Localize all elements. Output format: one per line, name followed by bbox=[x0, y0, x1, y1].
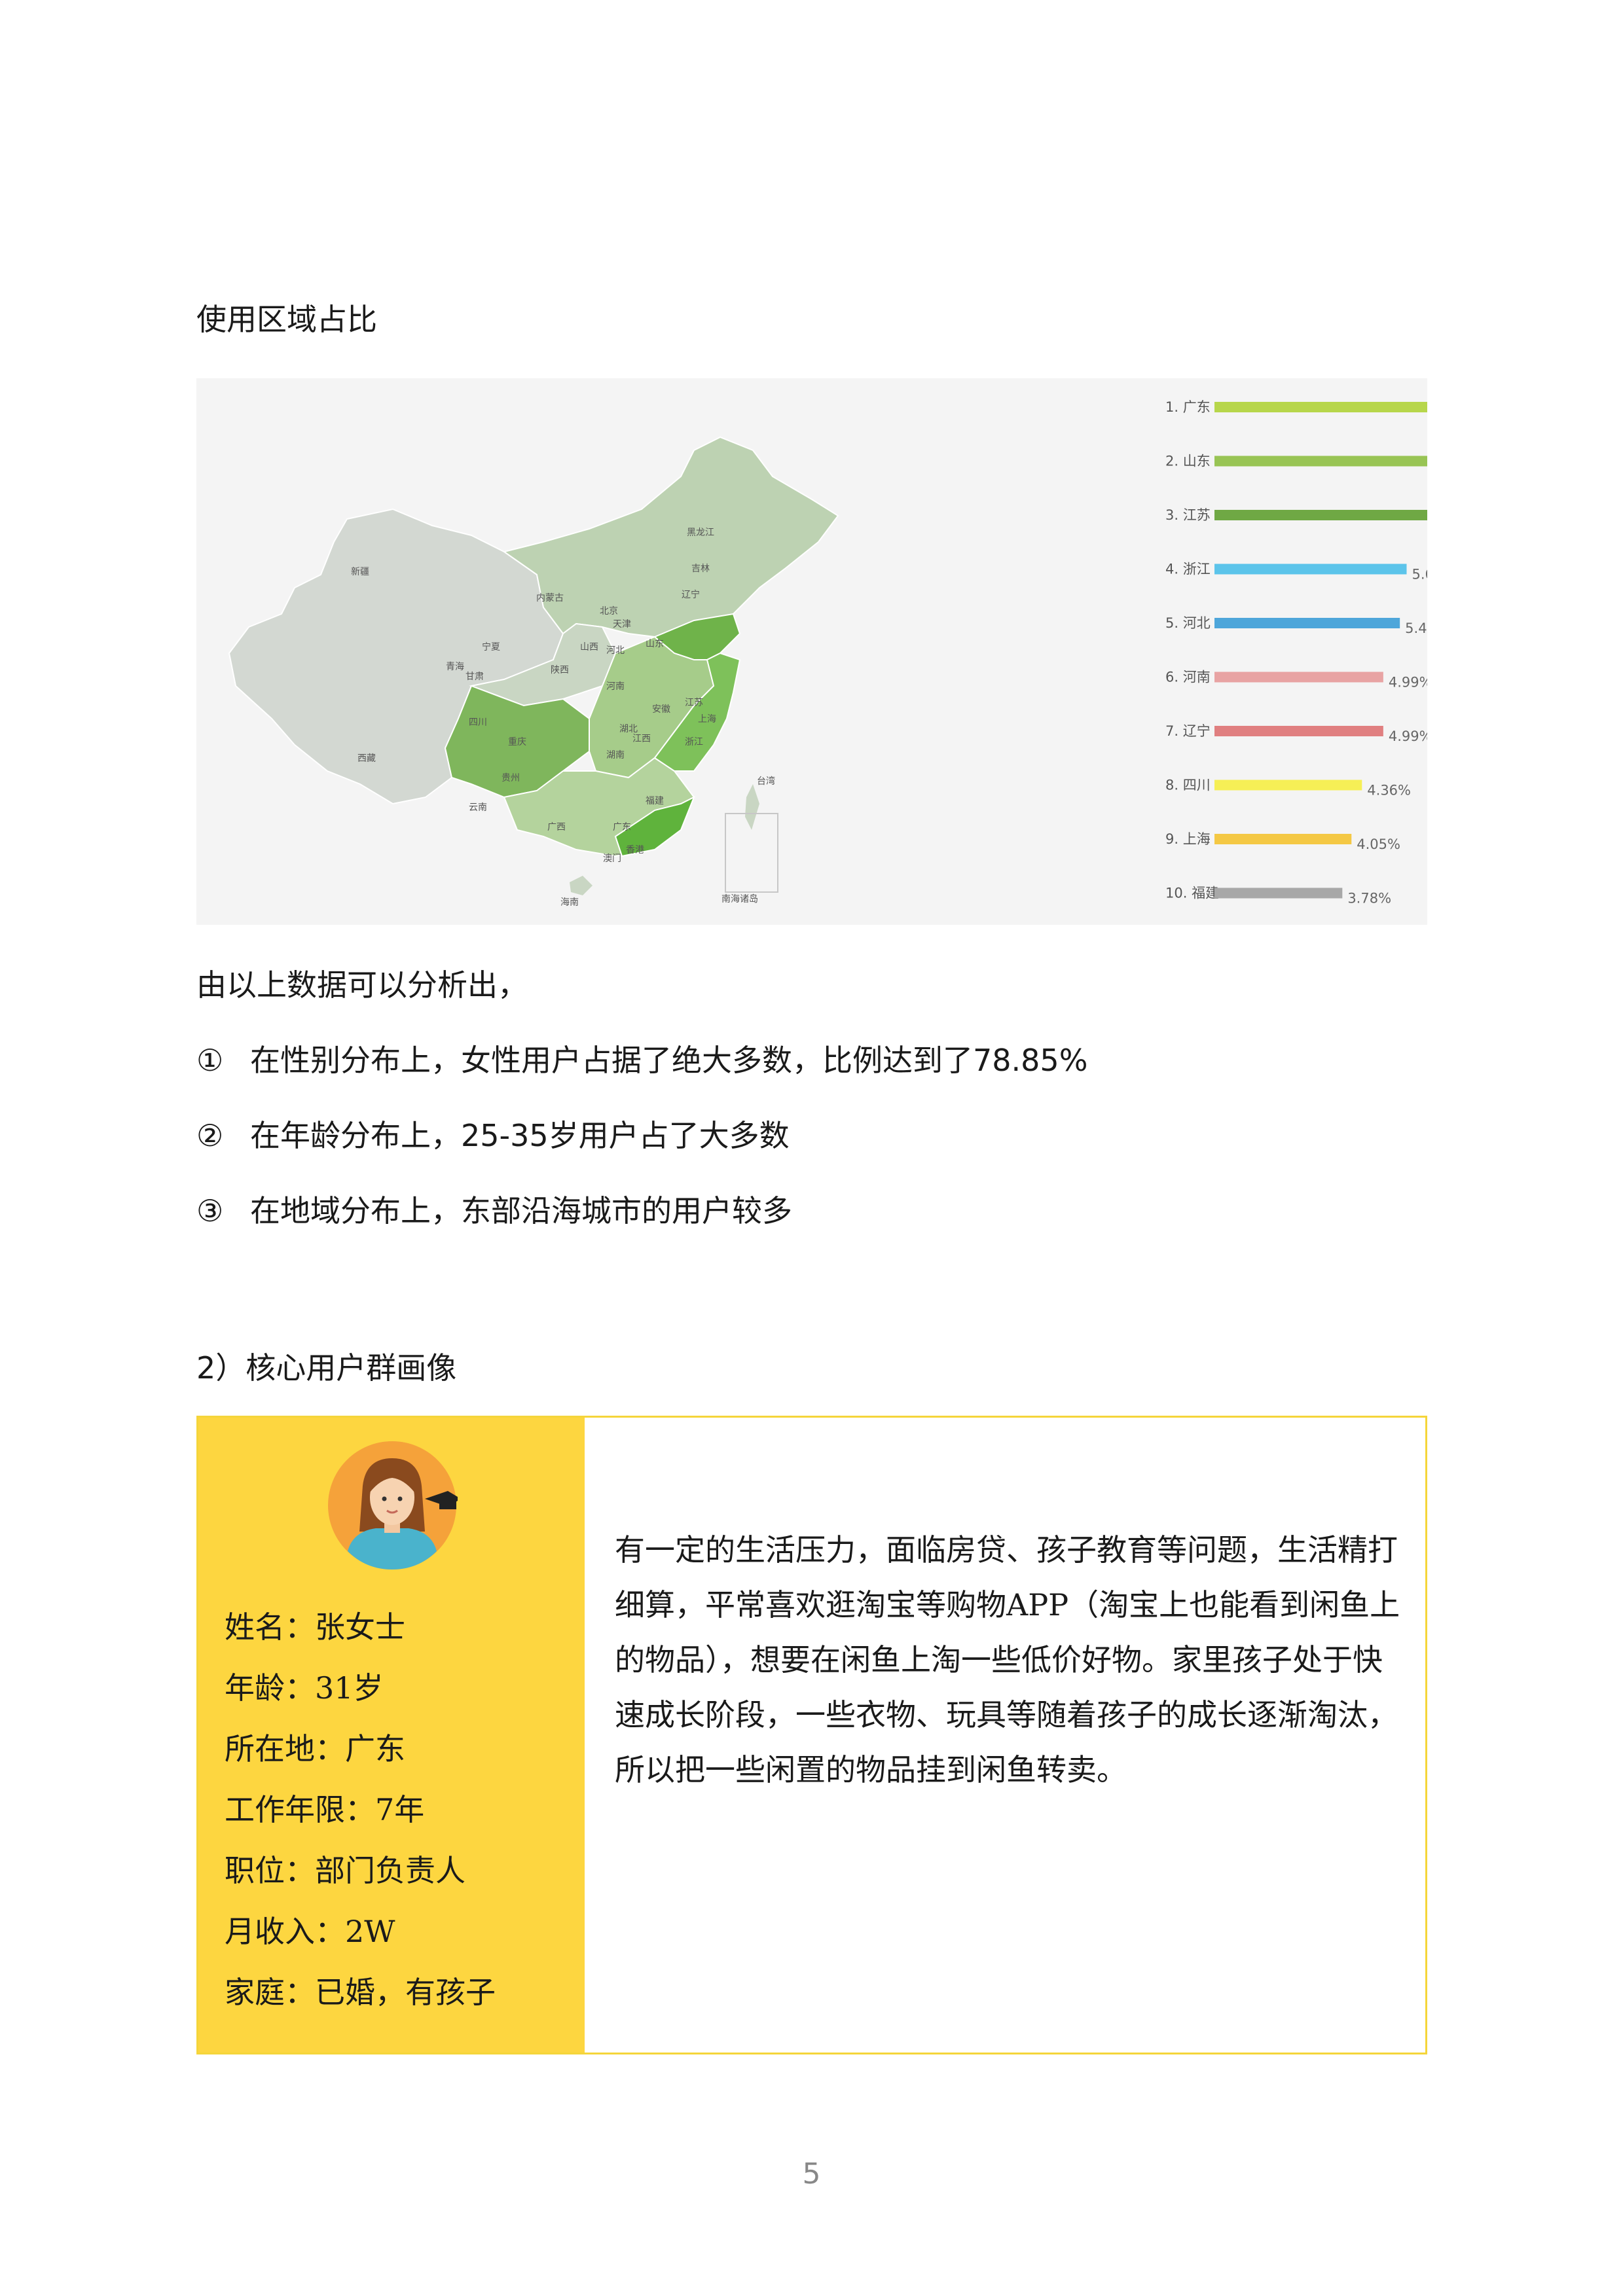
bar bbox=[1214, 510, 1427, 520]
point-text: 在性别分布上，女性用户占据了绝大多数，比例达到了78.85% bbox=[250, 1043, 1088, 1078]
china-heat-map: 新疆西藏 青海甘肃 宁夏 内蒙古 黑龙江吉林辽宁北京天津山西 河北陕西河南 山东四川重庆 湖北… bbox=[228, 436, 839, 908]
persona-income: 月收入：2W bbox=[225, 1914, 395, 1949]
bar bbox=[1214, 888, 1343, 899]
point-marker: ② bbox=[196, 1118, 224, 1153]
bar-category-label: 8. 四川 bbox=[1165, 778, 1211, 793]
map-base-north bbox=[502, 436, 839, 641]
bar-value-label: 4.36% bbox=[1367, 783, 1411, 798]
map-label-2: 青海 bbox=[446, 662, 464, 672]
analysis-point-3: ③ 在地域分布上，东部沿海城市的用户较多 bbox=[196, 1191, 792, 1230]
map-label-6: 黑龙江 bbox=[687, 528, 714, 538]
map-label-29: 福建 bbox=[646, 796, 664, 806]
persona-name: 姓名：张女士 bbox=[225, 1609, 405, 1645]
map-label-10: 天津 bbox=[613, 619, 631, 630]
map-label-19: 安徽 bbox=[652, 704, 670, 715]
province-bar-chart: 1. 广东9.87%2. 山东8.34%3. 江苏7.4%4. 浙江5.68%5… bbox=[1165, 399, 1427, 906]
map-label-4: 宁夏 bbox=[482, 641, 500, 653]
bar bbox=[1214, 618, 1400, 628]
persona-description: 有一定的生活压力，面临房贷、孩子教育等问题，生活精打细算，平常喜欢逛淘宝等购物A… bbox=[615, 1532, 1400, 1787]
bar-category-label: 10. 福建 bbox=[1165, 886, 1219, 901]
map-label-7: 吉林 bbox=[691, 564, 710, 574]
bar-value-label: 5.68% bbox=[1412, 567, 1427, 583]
section-title-region-share: 使用区域占比 bbox=[196, 302, 377, 337]
map-label-24: 江西 bbox=[632, 734, 651, 744]
bar-category-label: 7. 辽宁 bbox=[1165, 723, 1211, 739]
persona-position: 职位：部门负责人 bbox=[225, 1853, 465, 1888]
map-label-31: 香港 bbox=[626, 845, 644, 855]
region-chart-panel: 新疆西藏 青海 甘肃 宁夏 内蒙古 黑龙江吉林辽宁北京天津山西 河北陕西河南 山东四川重庆 湖北… bbox=[196, 378, 1427, 925]
woman-graduate-avatar-icon bbox=[328, 1441, 458, 1570]
map-label-9: 北京 bbox=[600, 606, 618, 617]
page-number: 5 bbox=[802, 2157, 821, 2191]
map-taiwan bbox=[745, 784, 759, 830]
section-title-core-persona: 2）核心用户群画像 bbox=[196, 1350, 457, 1386]
map-hainan bbox=[570, 876, 593, 895]
map-label-5: 内蒙古 bbox=[536, 593, 564, 603]
map-label-34: 南海诸岛 bbox=[721, 894, 758, 905]
bar-value-label: 5.48% bbox=[1405, 620, 1427, 636]
point-text: 在年龄分布上，25-35岁用户占了大多数 bbox=[250, 1118, 790, 1153]
bar-value-label: 3.78% bbox=[1347, 891, 1391, 906]
map-label-17: 重庆 bbox=[508, 737, 526, 747]
bar bbox=[1214, 564, 1407, 575]
bar bbox=[1214, 402, 1427, 412]
bar-category-label: 9. 上海 bbox=[1165, 831, 1211, 847]
point-marker: ① bbox=[196, 1043, 224, 1078]
map-label-27: 广西 bbox=[547, 822, 566, 833]
map-label-18: 湖北 bbox=[619, 724, 638, 734]
persona-family: 家庭：已婚，有孩子 bbox=[225, 1975, 496, 2010]
bar bbox=[1214, 456, 1427, 467]
map-label-13: 陕西 bbox=[551, 665, 569, 675]
bar-value-label: 4.99% bbox=[1389, 675, 1427, 691]
persona-age: 年龄：31岁 bbox=[225, 1670, 384, 1706]
map-label-28: 广东 bbox=[613, 822, 631, 833]
map-label-12: 河北 bbox=[606, 645, 625, 656]
persona-work-years: 工作年限：7年 bbox=[225, 1792, 425, 1827]
persona-info-panel: 姓名：张女士 年龄：31岁 所在地：广东 工作年限：7年 职位：部门负责人 月收… bbox=[198, 1418, 585, 2053]
bar bbox=[1214, 780, 1362, 791]
map-label-20: 江苏 bbox=[685, 698, 703, 708]
persona-location: 所在地：广东 bbox=[225, 1731, 405, 1767]
map-label-16: 四川 bbox=[469, 717, 487, 728]
bar-category-label: 2. 山东 bbox=[1165, 454, 1211, 469]
bar-category-label: 1. 广东 bbox=[1165, 399, 1211, 415]
map-label-14: 河南 bbox=[606, 681, 625, 692]
map-label-32: 澳门 bbox=[603, 853, 621, 864]
map-label-8: 辽宁 bbox=[682, 589, 700, 600]
bar-category-label: 3. 江苏 bbox=[1165, 507, 1211, 523]
map-label-22: 浙江 bbox=[685, 737, 703, 747]
map-label-26: 云南 bbox=[469, 802, 487, 813]
point-text: 在地域分布上，东部沿海城市的用户较多 bbox=[250, 1193, 792, 1229]
persona-info-list: 姓名：张女士 年龄：31岁 所在地：广东 工作年限：7年 职位：部门负责人 月收… bbox=[225, 1607, 496, 2034]
map-label-33: 海南 bbox=[560, 897, 579, 908]
map-label-25: 贵州 bbox=[501, 773, 520, 783]
bar bbox=[1214, 834, 1352, 844]
map-label-23: 湖南 bbox=[606, 750, 625, 761]
persona-card: 姓名：张女士 年龄：31岁 所在地：广东 工作年限：7年 职位：部门负责人 月收… bbox=[196, 1416, 1427, 2054]
bar-category-label: 6. 河南 bbox=[1165, 670, 1211, 685]
bar bbox=[1214, 726, 1383, 736]
map-label-30: 台湾 bbox=[757, 776, 775, 787]
analysis-intro: 由以上数据可以分析出， bbox=[196, 967, 528, 1003]
analysis-point-1: ① 在性别分布上，女性用户占据了绝大多数，比例达到了78.85% bbox=[196, 1041, 1087, 1080]
bar-value-label: 4.05% bbox=[1357, 836, 1400, 852]
bar-category-label: 5. 河北 bbox=[1165, 615, 1211, 631]
bar bbox=[1214, 672, 1383, 683]
map-label-0: 新疆 bbox=[351, 567, 369, 577]
bar-value-label: 4.99% bbox=[1389, 728, 1427, 744]
map-label-21: 上海 bbox=[698, 714, 716, 725]
map-label-15: 山东 bbox=[646, 639, 664, 649]
map-label-11: 山西 bbox=[580, 642, 598, 653]
map-label-3: 甘肃 bbox=[465, 672, 484, 682]
analysis-point-2: ② 在年龄分布上，25-35岁用户占了大多数 bbox=[196, 1116, 790, 1155]
bar-category-label: 4. 浙江 bbox=[1165, 562, 1211, 577]
map-label-1: 西藏 bbox=[357, 753, 376, 764]
point-marker: ③ bbox=[196, 1193, 224, 1229]
